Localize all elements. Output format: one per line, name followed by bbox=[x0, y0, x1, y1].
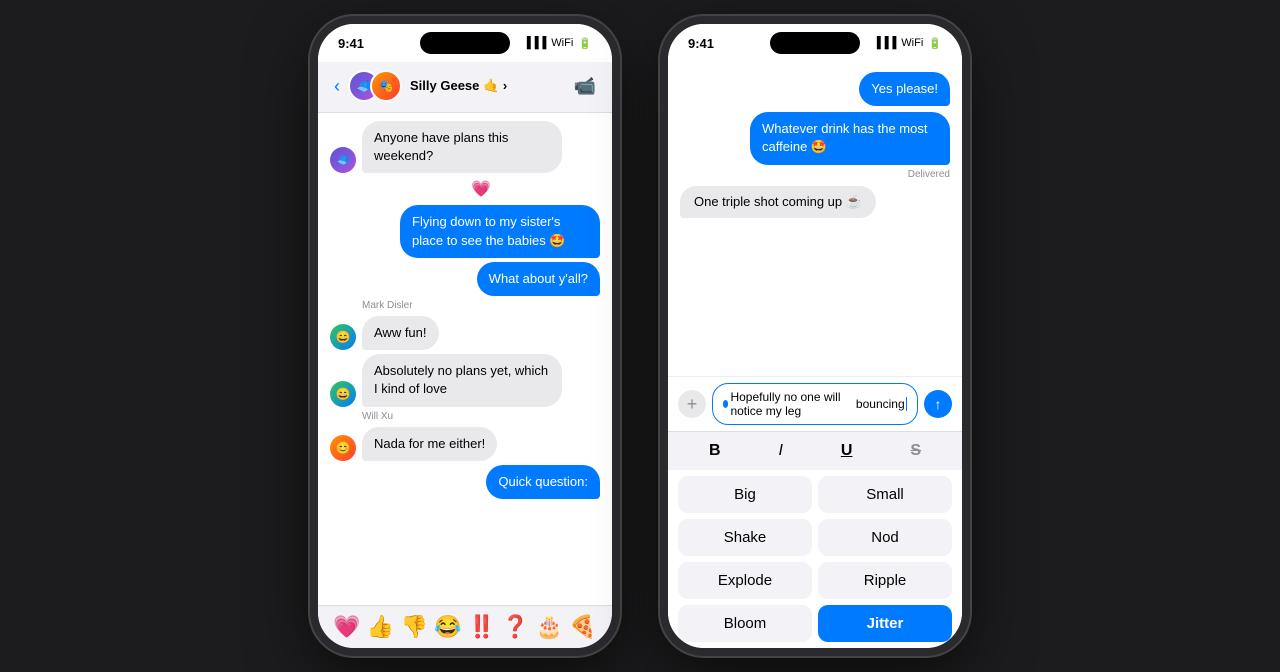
message-input-row: + Hopefully no one will notice my legbou… bbox=[668, 376, 962, 431]
avatar-secondary: 🎭 bbox=[370, 70, 402, 102]
reaction-exclaim[interactable]: ‼️ bbox=[468, 614, 495, 640]
input-text-line1: Hopefully no one will notice my leg bbox=[730, 390, 855, 418]
reaction-haha[interactable]: 😂 bbox=[434, 614, 461, 640]
reaction-thumbsdown[interactable]: 👎 bbox=[401, 614, 428, 640]
text-cursor bbox=[906, 397, 907, 411]
bold-button[interactable]: B bbox=[703, 440, 727, 462]
effect-ripple-button[interactable]: Ripple bbox=[818, 562, 952, 599]
back-button[interactable]: ‹ bbox=[334, 76, 340, 97]
table-row: 😄 Absolutely no plans yet, which I kind … bbox=[330, 354, 600, 406]
status-time-phone1: 9:41 bbox=[338, 36, 364, 51]
wifi-icon: WiFi bbox=[551, 37, 573, 49]
dynamic-island bbox=[420, 32, 510, 54]
avatar: 😄 bbox=[330, 324, 356, 350]
messages-list: 🧢 Anyone have plans this weekend? 💗 Flyi… bbox=[318, 113, 612, 605]
phone1: 9:41 ▐▐▐ WiFi 🔋 ‹ 🧢 🎭 Silly Geese 🤙 › 📹 … bbox=[310, 16, 620, 656]
underline-button[interactable]: U bbox=[835, 440, 859, 462]
message-bubble-incoming: Absolutely no plans yet, which I kind of… bbox=[362, 354, 562, 406]
table-row: 🧢 Anyone have plans this weekend? bbox=[330, 121, 600, 173]
reaction-cake[interactable]: 🎂 bbox=[536, 614, 563, 640]
facetime-button[interactable]: 📹 bbox=[574, 76, 596, 97]
effect-explode-button[interactable]: Explode bbox=[678, 562, 812, 599]
avatar-group: 🧢 🎭 bbox=[348, 70, 402, 102]
table-row: What about y'all? bbox=[330, 262, 600, 296]
table-row: One triple shot coming up ☕ bbox=[680, 186, 950, 218]
signal-icon: ▐▐▐ bbox=[523, 37, 546, 49]
table-row: 😄 Aww fun! bbox=[330, 316, 600, 350]
effect-shake-button[interactable]: Shake bbox=[678, 519, 812, 556]
message-bubble-yes-please: Yes please! bbox=[859, 72, 950, 106]
send-button[interactable]: ↑ bbox=[924, 390, 952, 418]
input-selection-dot bbox=[723, 400, 728, 408]
chat-name-container: Silly Geese 🤙 › bbox=[410, 78, 507, 94]
chat-emoji: 🤙 › bbox=[483, 78, 507, 93]
chat-header: ‹ 🧢 🎭 Silly Geese 🤙 › 📹 bbox=[318, 62, 612, 113]
effects-grid: Big Small Shake Nod Explode Ripple Bloom… bbox=[668, 470, 962, 648]
italic-button[interactable]: I bbox=[772, 440, 788, 462]
status-time-phone2: 9:41 bbox=[688, 36, 714, 51]
sender-name-will: Will Xu bbox=[362, 411, 600, 422]
format-toolbar: B I U S bbox=[668, 431, 962, 470]
strikethrough-button[interactable]: S bbox=[904, 440, 927, 462]
phone2: 9:41 ▐▐▐ WiFi 🔋 Yes please! Whatever dri… bbox=[660, 16, 970, 656]
table-row: Flying down to my sister's place to see … bbox=[330, 205, 600, 257]
message-bubble-incoming: Aww fun! bbox=[362, 316, 439, 350]
chat-name-text: Silly Geese bbox=[410, 78, 479, 93]
effect-big-button[interactable]: Big bbox=[678, 476, 812, 513]
message-bubble-outgoing: What about y'all? bbox=[477, 262, 600, 296]
reaction-thumbsup[interactable]: 👍 bbox=[367, 614, 394, 640]
add-attachment-button[interactable]: + bbox=[678, 390, 706, 418]
delivered-label: Delivered bbox=[680, 169, 950, 180]
effect-small-button[interactable]: Small bbox=[818, 476, 952, 513]
avatar: 😊 bbox=[330, 435, 356, 461]
message-bubble-incoming: Nada for me either! bbox=[362, 427, 497, 461]
avatar: 🧢 bbox=[330, 147, 356, 173]
table-row: Yes please! bbox=[680, 72, 950, 106]
effect-bloom-button[interactable]: Bloom bbox=[678, 605, 812, 642]
sender-name-mark: Mark Disler bbox=[362, 300, 600, 311]
effect-nod-button[interactable]: Nod bbox=[818, 519, 952, 556]
table-row: Quick question: bbox=[330, 465, 600, 499]
reaction-question[interactable]: ❓ bbox=[502, 614, 529, 640]
battery-icon-2: 🔋 bbox=[928, 37, 942, 50]
effect-jitter-button[interactable]: Jitter bbox=[818, 605, 952, 642]
dynamic-island-2 bbox=[770, 32, 860, 54]
chat-name: Silly Geese 🤙 › bbox=[410, 78, 507, 94]
message-bubble-triple-shot: One triple shot coming up ☕ bbox=[680, 186, 876, 218]
table-row: Whatever drink has the most caffeine 🤩 bbox=[680, 112, 950, 164]
message-bubble-outgoing: Flying down to my sister's place to see … bbox=[400, 205, 600, 257]
status-icons-phone2: ▐▐▐ WiFi 🔋 bbox=[873, 37, 942, 50]
messages-list-phone2: Yes please! Whatever drink has the most … bbox=[668, 62, 962, 376]
status-icons-phone1: ▐▐▐ WiFi 🔋 bbox=[523, 37, 592, 50]
avatar: 😄 bbox=[330, 381, 356, 407]
battery-icon: 🔋 bbox=[578, 37, 592, 50]
reaction-heart[interactable]: 💗 bbox=[333, 614, 360, 640]
message-bubble-caffeine: Whatever drink has the most caffeine 🤩 bbox=[750, 112, 950, 164]
reaction-extra[interactable]: 🍕 bbox=[569, 614, 596, 640]
message-bubble-incoming: Anyone have plans this weekend? bbox=[362, 121, 562, 173]
reaction-emoji: 💗 bbox=[362, 179, 600, 199]
reaction-bar: 💗 👍 👎 😂 ‼️ ❓ 🎂 🍕 bbox=[318, 605, 612, 648]
table-row: 😊 Nada for me either! bbox=[330, 427, 600, 461]
message-input-field[interactable]: Hopefully no one will notice my legbounc… bbox=[712, 383, 918, 425]
input-text-line2: bouncing bbox=[856, 397, 905, 411]
message-bubble-outgoing: Quick question: bbox=[486, 465, 600, 499]
signal-icon-2: ▐▐▐ bbox=[873, 37, 896, 49]
wifi-icon-2: WiFi bbox=[901, 37, 923, 49]
